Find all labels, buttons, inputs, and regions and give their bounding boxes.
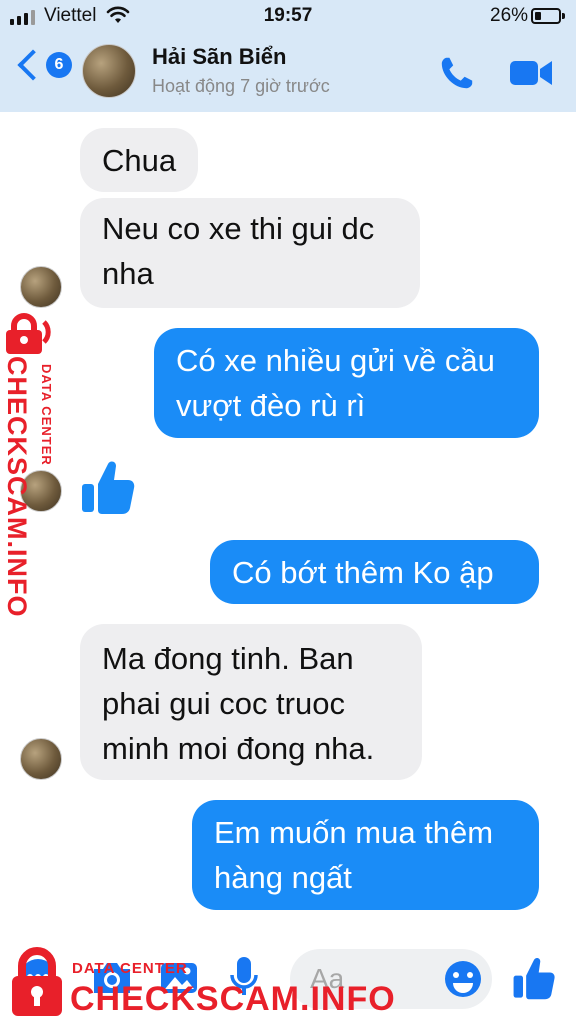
contact-name[interactable]: Hải Sãn Biển [152,44,286,70]
message-outgoing[interactable]: Có xe nhiều gửi về cầu vượt đèo rù rì [154,328,539,438]
contact-active-status: Hoạt động 7 giờ trước [152,76,330,96]
watermark-brand-vertical: CHECKSCAM.INFO [2,356,32,618]
lock-icon [6,313,51,354]
video-camera-icon[interactable] [508,56,554,90]
emoji-icon[interactable] [443,959,483,999]
message-incoming[interactable]: Ma đong tinh. Ban phai gui coc truoc min… [80,624,422,780]
thumbs-up-icon[interactable] [80,458,136,516]
message-text: Ma đong tinh. Ban phai gui coc truoc min… [102,641,375,766]
watermark-subtitle-vertical: DATA CENTER [39,364,54,466]
message-incoming[interactable]: Chua [80,128,199,192]
battery-percent: 26% [490,5,529,26]
message-outgoing[interactable]: Có bớt thêm Ko ập [210,540,539,604]
message-text: Chua [102,143,177,178]
thumbs-up-icon[interactable] [512,955,556,1001]
contact-avatar[interactable] [82,44,136,98]
contact-avatar-small [20,266,62,308]
back-button[interactable]: 6 [14,49,72,81]
phone-icon[interactable] [438,54,476,92]
unread-count-badge: 6 [46,52,72,78]
battery-icon [531,8,565,24]
lock-icon [12,947,62,1016]
message-text: Có bớt thêm Ko ập [232,555,494,590]
message-text: Có xe nhiều gửi về cầu vượt đèo rù rì [176,343,495,423]
status-bar: Viettel 19:57 26% [0,0,576,34]
watermark-subtitle: DATA CENTER [72,960,188,977]
chevron-left-icon [17,49,49,81]
contact-avatar-small [20,738,62,780]
messenger-conversation-screen: Viettel 19:57 26% 6 Hải Sãn Biển Hoạt độ… [0,0,576,1024]
message-incoming[interactable]: Neu co xe thi gui dc nha [80,198,420,308]
message-text: Em muốn mua thêm hàng ngất [214,815,494,895]
message-text: Neu co xe thi gui dc nha [102,211,375,291]
conversation-header: 6 Hải Sãn Biển Hoạt động 7 giờ trước [0,34,576,112]
watermark-brand: CHECKSCAM.INFO [70,980,396,1018]
message-outgoing[interactable]: Em muốn mua thêm hàng ngất [192,800,539,910]
